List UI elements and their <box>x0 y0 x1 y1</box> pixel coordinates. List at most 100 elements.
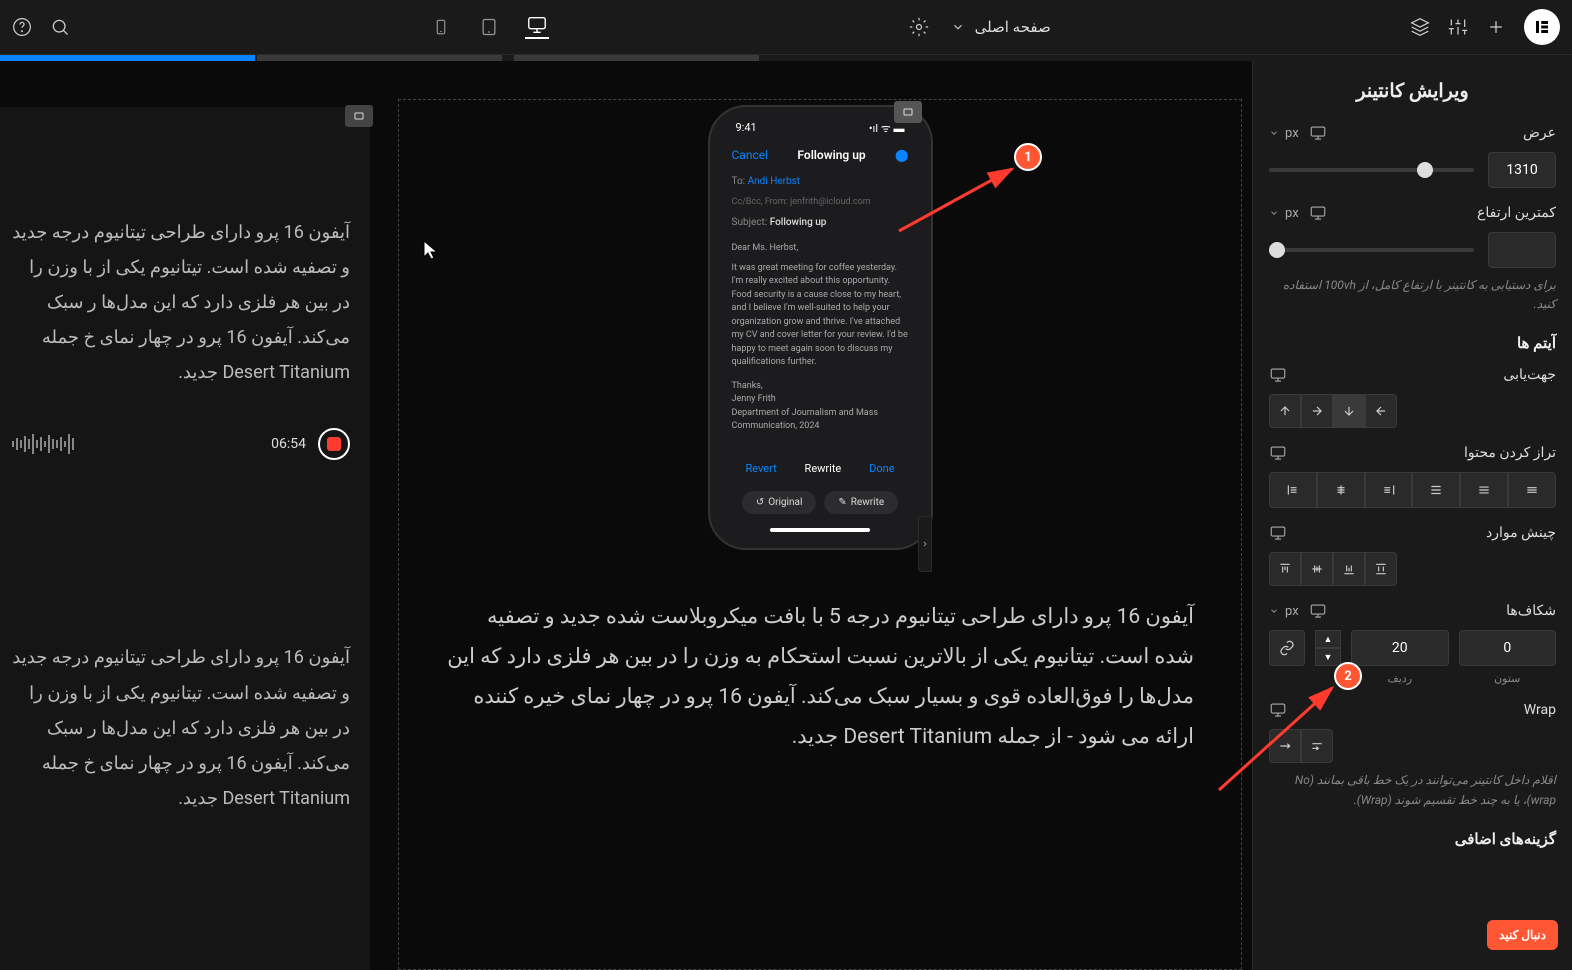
panel-toggle[interactable] <box>918 516 932 572</box>
direction-right[interactable] <box>1301 394 1333 428</box>
width-slider[interactable] <box>1269 168 1474 172</box>
width-input[interactable] <box>1488 152 1556 188</box>
side-text-2: آیفون 16 پرو دارای طراحی تیتانیوم درجه ج… <box>12 640 350 815</box>
phone-to: To: Andi Herbst <box>720 170 921 193</box>
tablet-device-btn[interactable] <box>477 15 501 39</box>
mouse-cursor <box>422 239 440 261</box>
direction-left[interactable] <box>1365 394 1397 428</box>
side-column: آیفون 16 پرو دارای طراحی تیتانیوم درجه ج… <box>0 107 370 970</box>
responsive-icon[interactable] <box>1309 124 1327 142</box>
add-icon[interactable] <box>1486 17 1506 37</box>
phone-subject: Subject: Following up <box>720 211 921 234</box>
help-icon[interactable] <box>12 17 32 37</box>
mobile-device-btn[interactable] <box>429 15 453 39</box>
device-switcher <box>429 15 549 39</box>
recording-bar: 06:54 <box>12 428 350 460</box>
arrow-annotation-1 <box>894 161 1024 241</box>
direction-label: جهت‌یابی <box>1503 367 1556 383</box>
gap-row-label: ردیف <box>1387 672 1412 685</box>
layers-icon[interactable] <box>1410 17 1430 37</box>
direction-control: جهت‌یابی <box>1269 366 1556 428</box>
phone-cancel: Cancel <box>732 148 769 162</box>
responsive-icon[interactable] <box>1309 602 1327 620</box>
page-label: صفحه اصلی <box>975 18 1051 36</box>
watermark: دنبال کنید <box>1487 920 1558 950</box>
align-stretch[interactable] <box>1365 552 1397 586</box>
record-button[interactable] <box>318 428 350 460</box>
min-height-label: کمترین ارتفاع <box>1477 205 1556 221</box>
min-height-unit[interactable]: px <box>1269 206 1299 221</box>
canvas-container[interactable]: 9:41 •ıl ᯤ ▬ Cancel Following up ⬤ To: An… <box>398 99 1242 970</box>
responsive-icon[interactable] <box>1269 444 1287 462</box>
align-label: چینش موارد <box>1486 525 1556 541</box>
waveform <box>12 430 259 458</box>
arrow-annotation-2 <box>1214 680 1344 800</box>
gaps-unit[interactable]: px <box>1269 604 1299 619</box>
width-control: عرض px <box>1269 124 1556 188</box>
callout-2: 2 <box>1334 662 1362 690</box>
elementor-logo[interactable] <box>1524 9 1560 45</box>
justify-start[interactable] <box>1269 472 1317 508</box>
gap-spinner[interactable]: ▲▼ <box>1315 630 1341 666</box>
phone-rewrite: Rewrite <box>805 462 842 475</box>
container-handle-right[interactable] <box>894 101 922 123</box>
container-handle-left[interactable] <box>345 105 373 127</box>
top-toolbar: صفحه اصلی <box>0 0 1572 55</box>
phone-home-bar <box>770 528 870 532</box>
description-text: آیفون 16 پرو دارای طراحی تیتانیوم درجه 5… <box>404 598 1236 758</box>
width-label: عرض <box>1523 125 1556 141</box>
desktop-device-btn[interactable] <box>525 15 549 39</box>
direction-up[interactable] <box>1269 394 1301 428</box>
recording-time: 06:54 <box>271 436 306 452</box>
phone-compose-icon: ⬤ <box>895 148 908 162</box>
responsive-icon[interactable] <box>1269 524 1287 542</box>
min-height-control: کمترین ارتفاع px برای دستیابی به کانتینر… <box>1269 204 1556 314</box>
extra-section-header: گزینه‌های اضافی <box>1269 830 1556 848</box>
pill-rewrite: ✎ Rewrite <box>824 491 898 514</box>
phone-pills: ↺ Original ✎ Rewrite <box>720 485 921 520</box>
phone-done: Done <box>869 462 894 475</box>
search-icon[interactable] <box>50 17 70 37</box>
justify-control: تراز کردن محتوا <box>1269 444 1556 508</box>
justify-center[interactable] <box>1317 472 1365 508</box>
items-section-header: آیتم ها <box>1269 334 1556 352</box>
sliders-icon[interactable] <box>1448 17 1468 37</box>
phone-status-icons: •ıl ᯤ ▬ <box>869 121 905 136</box>
align-center[interactable] <box>1301 552 1333 586</box>
gap-link-icon[interactable] <box>1269 630 1305 666</box>
phone-cc: Cc/Bcc, From: jenfrith@icloud.com <box>720 193 921 211</box>
phone-title: Following up <box>797 148 865 162</box>
min-height-helper: برای دستیابی به کانتینر با ارتفاع کامل، … <box>1269 276 1556 314</box>
align-start[interactable] <box>1269 552 1301 586</box>
wrap-label: Wrap <box>1524 702 1556 718</box>
settings-icon[interactable] <box>909 17 929 37</box>
gaps-label: شکاف‌ها <box>1506 603 1556 619</box>
min-height-input[interactable] <box>1488 232 1556 268</box>
responsive-icon[interactable] <box>1309 204 1327 222</box>
side-text-1: آیفون 16 پرو دارای طراحی تیتانیوم درجه ج… <box>12 215 350 390</box>
justify-label: تراز کردن محتوا <box>1464 445 1556 461</box>
width-unit[interactable]: px <box>1269 126 1299 141</box>
align-control: چینش موارد <box>1269 524 1556 586</box>
justify-end[interactable] <box>1365 472 1413 508</box>
canvas[interactable]: آیفون 16 پرو دارای طراحی تیتانیوم درجه ج… <box>0 61 1252 970</box>
gap-col-input[interactable] <box>1459 630 1557 666</box>
gaps-control: شکاف‌ها px ▲▼ ردیف ستون <box>1269 602 1556 685</box>
justify-around[interactable] <box>1460 472 1508 508</box>
settings-panel: ویرایش کانتینر عرض px کمترین ارتفاع px <box>1252 61 1572 970</box>
phone-time: 9:41 <box>736 121 757 136</box>
direction-down[interactable] <box>1333 394 1365 428</box>
justify-between[interactable] <box>1412 472 1460 508</box>
justify-evenly[interactable] <box>1508 472 1556 508</box>
pill-original: ↺ Original <box>742 491 817 514</box>
phone-body: Dear Ms. Herbst, It was great meeting fo… <box>720 234 921 442</box>
page-selector[interactable]: صفحه اصلی <box>951 18 1051 36</box>
min-height-slider[interactable] <box>1269 248 1474 252</box>
phone-actions: Revert Rewrite Done <box>720 452 921 485</box>
panel-title: ویرایش کانتینر <box>1269 79 1556 102</box>
phone-revert: Revert <box>745 462 776 475</box>
gap-row-input[interactable] <box>1351 630 1449 666</box>
gap-col-label: ستون <box>1494 672 1520 685</box>
align-end[interactable] <box>1333 552 1365 586</box>
responsive-icon[interactable] <box>1269 366 1287 384</box>
